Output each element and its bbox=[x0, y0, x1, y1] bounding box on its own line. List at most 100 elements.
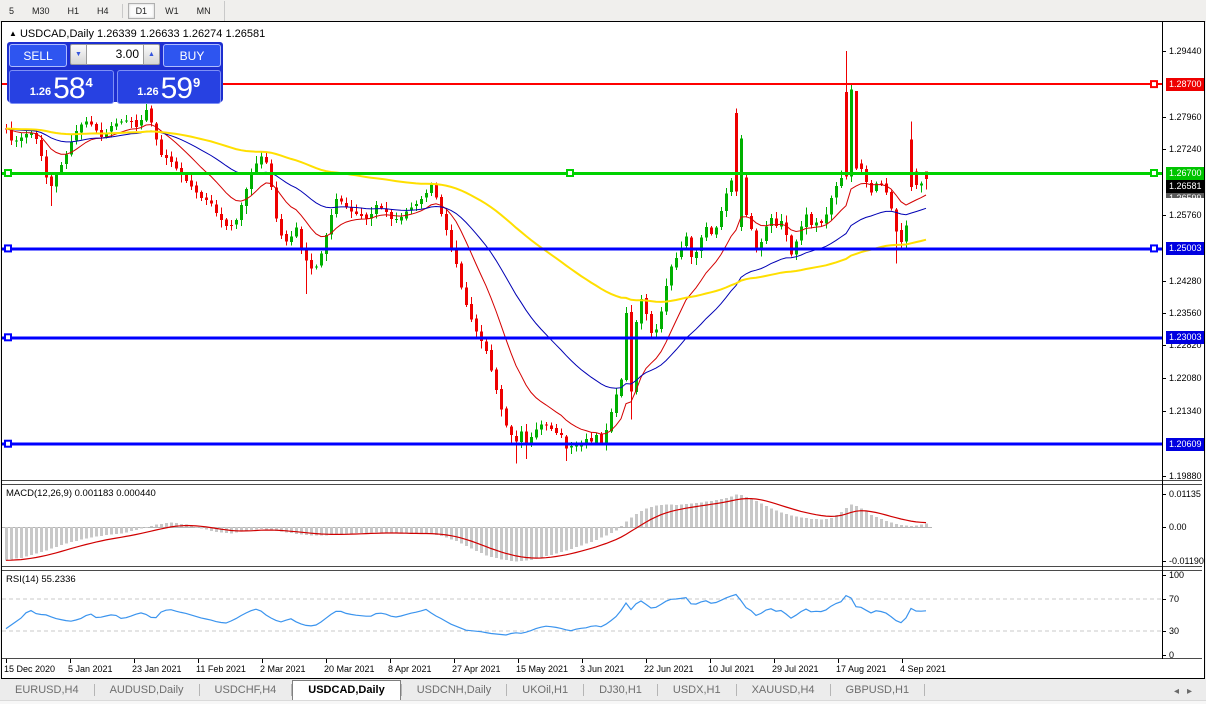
time-axis-label: 15 May 2021 bbox=[516, 664, 569, 674]
price-axis-tick bbox=[1162, 281, 1166, 282]
time-axis-tick bbox=[262, 659, 263, 663]
volume-increase-button[interactable]: ▲ bbox=[143, 44, 160, 65]
volume-field[interactable]: 3.00 bbox=[87, 44, 143, 65]
time-axis-tick bbox=[710, 659, 711, 663]
timeframe-button-5[interactable]: 5 bbox=[1, 3, 22, 19]
title-triangle-icon: ▲ bbox=[9, 29, 17, 38]
time-axis-tick bbox=[6, 659, 7, 663]
timeframe-button-h1[interactable]: H1 bbox=[60, 3, 88, 19]
ma-fast-line bbox=[5, 124, 927, 435]
toolbar-separator bbox=[223, 0, 225, 21]
time-axis-label: 15 Dec 2020 bbox=[4, 664, 56, 674]
time-axis-tick bbox=[390, 659, 391, 663]
tab-usdchf-h4[interactable]: USDCHF,H4 bbox=[200, 681, 292, 700]
time-axis-label: 5 Jan 2021 bbox=[68, 664, 113, 674]
timeframe-button-mn[interactable]: MN bbox=[189, 3, 219, 19]
tab-usdx-h1[interactable]: USDX,H1 bbox=[658, 681, 736, 700]
ma-mid-line bbox=[5, 128, 927, 389]
tab-audusd-daily[interactable]: AUDUSD,Daily bbox=[95, 681, 199, 700]
sell-price-tile[interactable]: 1.26 58 4 bbox=[9, 70, 114, 104]
price-axis-tick bbox=[1162, 345, 1166, 346]
time-axis-label: 17 Aug 2021 bbox=[836, 664, 887, 674]
time-axis-tick bbox=[774, 659, 775, 663]
line-handle bbox=[4, 244, 12, 253]
time-axis-tick bbox=[454, 659, 455, 663]
tab-scroll-right-button[interactable]: ▸ bbox=[1187, 686, 1200, 697]
price-axis-label: 1.25760 bbox=[1169, 210, 1202, 220]
time-axis-label: 3 Jun 2021 bbox=[580, 664, 625, 674]
line-handle bbox=[4, 169, 12, 177]
tab-usdcad-daily[interactable]: USDCAD,Daily bbox=[292, 680, 401, 700]
price-axis-tick bbox=[1162, 149, 1166, 150]
rsi-axis-label: 100 bbox=[1169, 570, 1185, 580]
buy-price-figure: 1.26 bbox=[137, 86, 159, 98]
volume-decrease-button[interactable]: ▼ bbox=[70, 44, 87, 65]
price-badge: 1.26700 bbox=[1166, 167, 1204, 180]
time-axis-label: 11 Feb 2021 bbox=[196, 664, 246, 674]
rsi-axis-tick bbox=[1162, 575, 1166, 576]
rsi-chart-canvas[interactable] bbox=[2, 571, 1162, 658]
price-badge: 1.26599 bbox=[1166, 193, 1204, 198]
rsi-line bbox=[5, 593, 927, 636]
volume-stepper: ▼ 3.00 ▲ bbox=[70, 44, 160, 65]
price-axis-tick bbox=[1162, 51, 1166, 52]
macd-axis-tick bbox=[1162, 527, 1166, 528]
time-axis-label: 10 Jul 2021 bbox=[708, 664, 755, 674]
price-axis-tick bbox=[1162, 411, 1166, 412]
time-axis-label: 29 Jul 2021 bbox=[772, 664, 819, 674]
macd-axis-tick bbox=[1162, 561, 1166, 562]
time-axis-tick bbox=[518, 659, 519, 663]
price-badge: 1.25003 bbox=[1166, 242, 1204, 255]
timeframe-button-h4[interactable]: H4 bbox=[89, 3, 117, 19]
price-badge: 1.26581 bbox=[1166, 180, 1204, 193]
timeframe-button-m30[interactable]: M30 bbox=[24, 3, 58, 19]
tab-eurusd-h4[interactable]: EURUSD,H4 bbox=[0, 681, 94, 700]
sell-button[interactable]: SELL bbox=[9, 44, 67, 67]
rsi-axis-tick bbox=[1162, 655, 1166, 656]
macd-axis-label: 0.01135 bbox=[1169, 489, 1201, 499]
tab-gbpusd-h1[interactable]: GBPUSD,H1 bbox=[831, 681, 925, 700]
line-handle bbox=[1150, 244, 1158, 253]
horizontal-line bbox=[2, 336, 1162, 340]
macd-axis-label: 0.00 bbox=[1169, 522, 1187, 532]
buy-price-tile[interactable]: 1.26 59 9 bbox=[116, 70, 221, 105]
rsi-axis-tick bbox=[1162, 599, 1166, 600]
chart-tabs-bar: EURUSD,H4 AUDUSD,Daily USDCHF,H4 USDCAD,Dai… bbox=[0, 679, 1206, 700]
macd-chart-canvas[interactable] bbox=[2, 485, 1162, 566]
time-axis-label: 22 Jun 2021 bbox=[644, 664, 694, 674]
time-axis-label: 2 Mar 2021 bbox=[260, 664, 306, 674]
time-axis-tick bbox=[902, 659, 903, 663]
timeframe-toolbar: 5 M30 H1 H4 D1 W1 MN bbox=[0, 0, 1206, 22]
horizontal-line bbox=[2, 442, 1162, 446]
tab-dj30-h1[interactable]: DJ30,H1 bbox=[584, 681, 657, 700]
tab-xauusd-h4[interactable]: XAUUSD,H4 bbox=[737, 681, 830, 700]
price-badge: 1.20609 bbox=[1166, 438, 1204, 451]
price-axis-label: 1.27960 bbox=[1169, 112, 1202, 122]
price-axis-label: 1.22080 bbox=[1169, 373, 1202, 383]
macd-axis-tick bbox=[1162, 494, 1166, 495]
time-axis[interactable]: 15 Dec 2020 5 Jan 2021 23 Jan 2021 11 Feb 2… bbox=[2, 659, 1202, 677]
time-axis-label: 27 Apr 2021 bbox=[452, 664, 501, 674]
timeframe-button-w1[interactable]: W1 bbox=[157, 3, 187, 19]
tab-scroll-left-button[interactable]: ◂ bbox=[1174, 686, 1187, 697]
time-axis-tick bbox=[838, 659, 839, 663]
tab-divider bbox=[924, 684, 926, 696]
tab-ukoil-h1[interactable]: UKOil,H1 bbox=[507, 681, 583, 700]
time-axis-label: 23 Jan 2021 bbox=[132, 664, 182, 674]
price-axis-label: 1.21340 bbox=[1169, 406, 1202, 416]
line-handle bbox=[1150, 169, 1158, 177]
price-axis-label: 1.27240 bbox=[1169, 144, 1202, 154]
price-badge: 1.23003 bbox=[1166, 331, 1204, 344]
buy-price-big: 59 bbox=[160, 72, 193, 105]
line-handle bbox=[4, 439, 12, 448]
price-axis-label: 1.23560 bbox=[1169, 308, 1202, 318]
tab-usdcnh-daily[interactable]: USDCNH,Daily bbox=[402, 681, 507, 700]
rsi-axis-label: 70 bbox=[1169, 594, 1180, 604]
time-axis-tick bbox=[646, 659, 647, 663]
timeframe-button-d1[interactable]: D1 bbox=[127, 2, 156, 19]
sell-price-big: 58 bbox=[53, 72, 85, 105]
chart-title: ▲ USDCAD,Daily 1.26339 1.26633 1.26274 1… bbox=[9, 28, 265, 40]
price-axis-tick bbox=[1162, 117, 1166, 118]
buy-button[interactable]: BUY bbox=[163, 44, 221, 67]
sell-price-pip: 4 bbox=[85, 75, 93, 90]
